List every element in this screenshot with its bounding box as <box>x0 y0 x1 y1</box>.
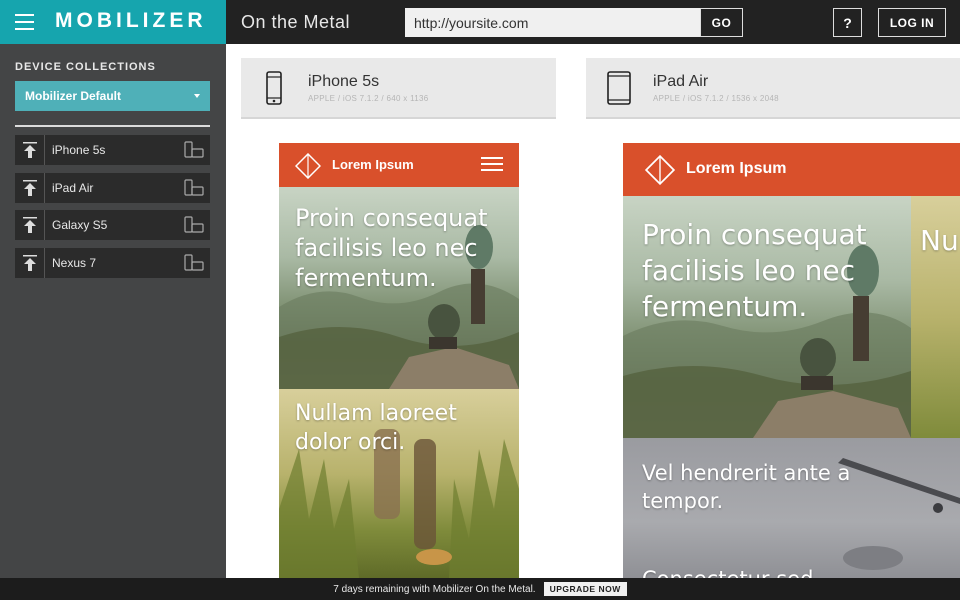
help-button[interactable]: ? <box>833 8 862 37</box>
trial-message: 7 days remaining with Mobilizer On the M… <box>333 583 536 595</box>
preview-area: iPhone 5s APPLE / iOS 7.1.2 / 640 x 1136… <box>226 44 960 578</box>
move-up-icon[interactable] <box>15 210 45 240</box>
device-item[interactable]: Nexus 7 <box>15 247 210 278</box>
device-item[interactable]: iPhone 5s <box>15 135 210 165</box>
rotate-icon[interactable] <box>184 178 204 197</box>
tablet-icon <box>607 71 631 105</box>
menu-icon[interactable] <box>15 14 34 30</box>
phone-icon <box>266 71 282 105</box>
sidebar-divider <box>15 125 210 127</box>
site-header: Lorem Ipsum <box>623 143 960 196</box>
section-text-3: Consectetur sed <box>642 565 902 578</box>
device-item[interactable]: Galaxy S5 <box>15 210 210 240</box>
device-panel-header: iPhone 5s APPLE / iOS 7.1.2 / 640 x 1136 <box>241 58 556 119</box>
section-text: Vel hendrerit ante a tempor. <box>642 461 851 513</box>
collection-dropdown-value: Mobilizer Default <box>25 89 122 103</box>
hero-text: Proin consequat facilisis leo nec fermen… <box>642 218 867 323</box>
phone-preview[interactable]: Lorem Ipsum Proin consequat facilisis le… <box>279 143 519 578</box>
move-up-icon[interactable] <box>15 172 45 203</box>
side-text: Nu do <box>920 224 960 257</box>
page-title: On the Metal <box>241 12 351 32</box>
move-up-icon[interactable] <box>15 247 45 278</box>
move-up-icon[interactable] <box>15 135 45 165</box>
url-input[interactable] <box>405 8 700 37</box>
go-button[interactable]: GO <box>700 8 743 37</box>
site-title: Lorem Ipsum <box>332 157 414 172</box>
device-name: iPhone 5s <box>308 73 380 90</box>
device-spec: APPLE / iOS 7.1.2 / 1536 x 2048 <box>653 94 779 103</box>
site-menu-icon[interactable] <box>481 157 503 171</box>
diamond-logo-icon <box>295 153 321 179</box>
device-item-label: iPad Air <box>52 180 94 195</box>
device-item-label: Galaxy S5 <box>52 218 108 232</box>
trial-banner: 7 days remaining with Mobilizer On the M… <box>0 578 960 600</box>
login-button[interactable]: LOG IN <box>878 8 946 37</box>
top-bar: MOBILIZER On the Metal GO ? LOG IN <box>0 0 960 44</box>
device-item[interactable]: iPad Air <box>15 172 210 203</box>
upgrade-button[interactable]: UPGRADE NOW <box>543 582 627 596</box>
site-header: Lorem Ipsum <box>279 143 519 187</box>
device-item-label: Nexus 7 <box>52 255 97 270</box>
app-logo: MOBILIZER <box>55 9 207 32</box>
device-list: iPhone 5s iPad Air Galaxy S5 Nexus 7 <box>15 135 210 285</box>
site-title: Lorem Ipsum <box>686 160 787 177</box>
device-spec: APPLE / iOS 7.1.2 / 640 x 1136 <box>308 94 429 103</box>
chevron-down-icon <box>194 94 200 98</box>
tablet-preview[interactable]: Lorem Ipsum Nu do Proin consequat facili… <box>623 143 960 578</box>
sidebar-heading: DEVICE COLLECTIONS <box>15 61 156 73</box>
diamond-logo-icon <box>645 155 675 185</box>
section-text: Nullam laoreet dolor orci. <box>295 401 457 455</box>
rotate-icon[interactable] <box>184 253 204 272</box>
rotate-icon[interactable] <box>184 216 204 234</box>
device-item-label: iPhone 5s <box>52 143 106 157</box>
brand-area: MOBILIZER <box>0 0 226 44</box>
hero-text: Proin consequat facilisis leo nec fermen… <box>295 204 488 292</box>
device-name: iPad Air <box>653 73 709 90</box>
sidebar: DEVICE COLLECTIONS Mobilizer Default iPh… <box>0 44 226 578</box>
rotate-icon[interactable] <box>184 141 204 159</box>
collection-dropdown[interactable]: Mobilizer Default <box>15 81 210 111</box>
device-panel-header: iPad Air APPLE / iOS 7.1.2 / 1536 x 2048 <box>586 58 960 119</box>
